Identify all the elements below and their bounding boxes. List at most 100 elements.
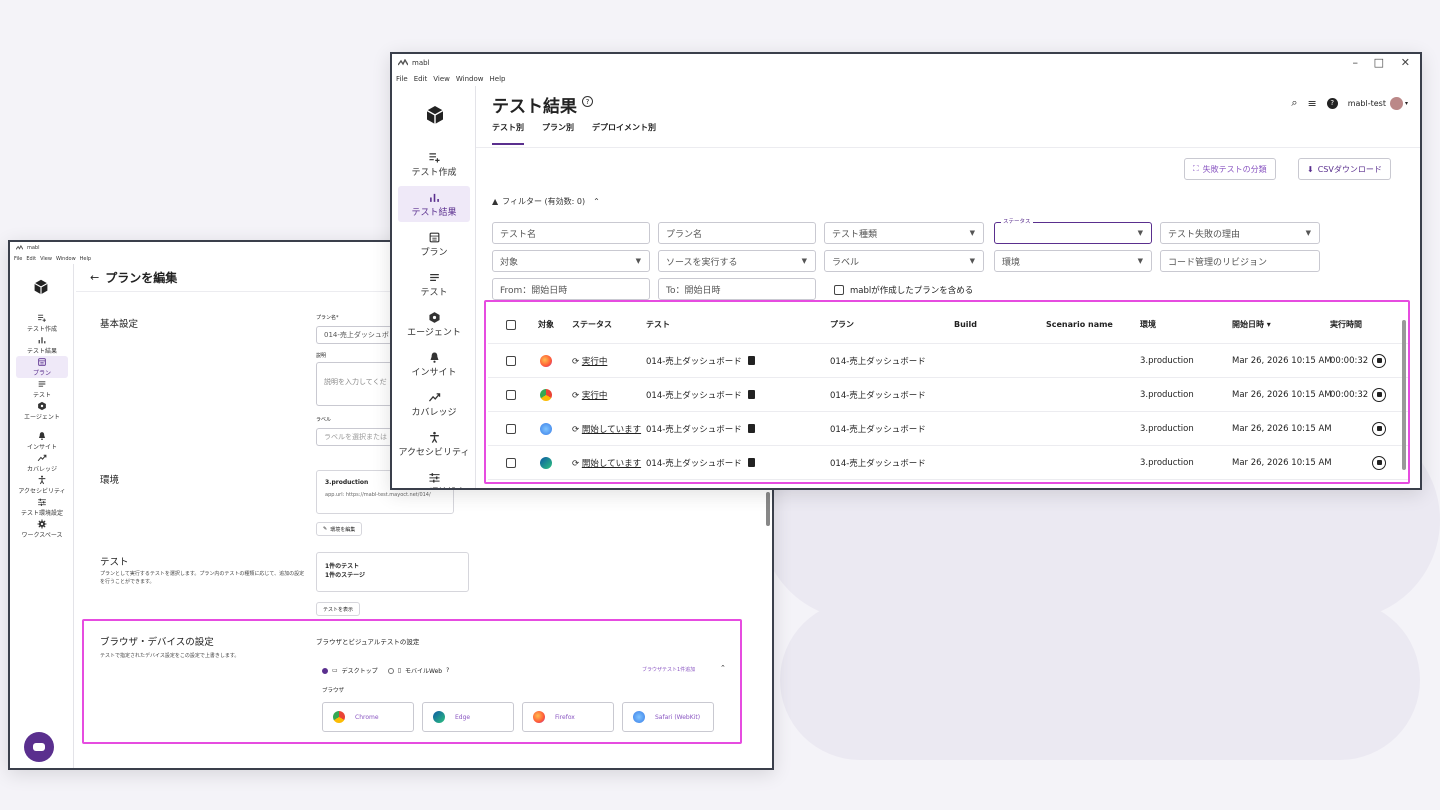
environment-url: app.url: https://mabl-test.mayoct.net/01… bbox=[325, 492, 431, 498]
sidebar-item-7[interactable]: カバレッジ bbox=[392, 386, 476, 422]
menu-help[interactable]: Help bbox=[80, 256, 91, 262]
menu-help[interactable]: Help bbox=[490, 75, 506, 83]
sidebar-item-8[interactable]: アクセシビリティ bbox=[392, 426, 476, 462]
user-name[interactable]: mabl-test bbox=[1348, 99, 1386, 108]
sidebar-item-4[interactable]: テスト bbox=[10, 378, 74, 400]
bar-chart-icon bbox=[428, 191, 441, 204]
stage-count: 1件のステージ bbox=[325, 572, 366, 579]
menu-view[interactable]: View bbox=[433, 75, 450, 83]
highlight-results-table bbox=[484, 300, 1410, 484]
sidebar-item-label: ワークスペース bbox=[21, 532, 63, 539]
sidebar-item-9[interactable]: テスト環境設定 bbox=[10, 496, 74, 518]
calendar-icon bbox=[37, 357, 47, 367]
checkbox[interactable] bbox=[834, 285, 844, 295]
sidebar-item-label: テスト環境設定 bbox=[20, 510, 63, 517]
sidebar-item-label: アクセシビリティ bbox=[18, 488, 66, 495]
target-select[interactable]: 対象 ▼ bbox=[492, 250, 650, 272]
list-icon bbox=[428, 271, 441, 284]
sidebar-item-label: プラン bbox=[32, 370, 51, 377]
menu-window[interactable]: Window bbox=[56, 256, 76, 262]
environment-select[interactable]: 環境 ▼ bbox=[994, 250, 1152, 272]
tab-2[interactable]: プラン別 bbox=[542, 122, 574, 145]
sidebar-item-label: アクセシビリティ bbox=[398, 447, 470, 458]
tab-1[interactable]: テスト別 bbox=[492, 122, 524, 145]
test-name-filter[interactable]: テスト名 bbox=[492, 222, 650, 244]
search-icon[interactable]: ⌕ bbox=[1291, 96, 1297, 110]
maximize-button[interactable]: □ bbox=[1374, 56, 1384, 69]
basic-settings-heading: 基本設定 bbox=[100, 319, 139, 330]
sidebar-item-6[interactable]: インサイト bbox=[10, 430, 74, 452]
source-select[interactable]: ソースを実行する ▼ bbox=[658, 250, 816, 272]
test-count-card: 1件のテスト 1件のステージ bbox=[316, 552, 469, 592]
include-mabl-checkbox[interactable]: mablが作成したプランを含める bbox=[834, 284, 973, 296]
from-date-field[interactable]: From：開始日時 bbox=[492, 278, 650, 300]
filter-icon[interactable]: ≡ bbox=[1308, 97, 1317, 110]
label-select[interactable]: ラベル ▼ bbox=[824, 250, 984, 272]
revision-filter[interactable]: コード管理のリビジョン bbox=[1160, 250, 1320, 272]
chevron-down-icon[interactable]: ▾ bbox=[1405, 100, 1408, 107]
sidebar: テスト作成テスト結果プランテストエージェント インサイトカバレッジアクセシビリティ… bbox=[392, 86, 476, 488]
sidebar-item-label: テスト結果 bbox=[26, 348, 57, 355]
sidebar-item-label: テスト bbox=[420, 287, 448, 298]
page-title: テスト結果 bbox=[492, 97, 577, 117]
sidebar-item-7[interactable]: カバレッジ bbox=[10, 452, 74, 474]
menu-edit[interactable]: Edit bbox=[414, 75, 428, 83]
csv-download-button[interactable]: ⬇ CSVダウンロード bbox=[1298, 158, 1391, 180]
sidebar-item-2[interactable]: テスト結果 bbox=[10, 334, 74, 356]
background-shape bbox=[780, 600, 1420, 760]
mabl-cube-logo[interactable] bbox=[30, 276, 52, 298]
agent-icon bbox=[37, 401, 47, 411]
back-arrow-icon[interactable]: ← bbox=[90, 271, 99, 284]
app-name: mabl bbox=[27, 245, 40, 251]
title-help-icon[interactable]: ? bbox=[582, 96, 593, 107]
test-type-select[interactable]: テスト種類 ▼ bbox=[824, 222, 984, 244]
sidebar-item-2[interactable]: テスト結果 bbox=[398, 186, 470, 222]
tab-bar: テスト別 プラン別 デプロイメント別 bbox=[492, 122, 656, 145]
sidebar-item-3[interactable]: プラン bbox=[16, 356, 68, 378]
bell-icon bbox=[37, 431, 47, 441]
close-button[interactable]: ✕ bbox=[1401, 56, 1410, 69]
tab-3[interactable]: デプロイメント別 bbox=[592, 122, 656, 145]
chat-button[interactable] bbox=[24, 732, 54, 762]
sidebar-item-label: テスト環境設定 bbox=[402, 485, 465, 489]
help-icon[interactable]: ? bbox=[1326, 97, 1338, 109]
accessibility-icon bbox=[37, 475, 47, 485]
menu-window[interactable]: Window bbox=[456, 75, 484, 83]
sidebar-item-9[interactable]: テスト環境設定 bbox=[392, 466, 476, 489]
status-select[interactable]: ステータス ▼ bbox=[994, 217, 1152, 244]
sidebar-item-label: プラン bbox=[420, 247, 448, 258]
sidebar-item-3[interactable]: プラン bbox=[392, 226, 476, 262]
menu-file[interactable]: File bbox=[14, 256, 22, 262]
plan-name-filter[interactable]: プラン名 bbox=[658, 222, 816, 244]
mabl-cube-logo[interactable] bbox=[422, 102, 448, 128]
test-results-window: mabl – □ ✕ File Edit View Window Help テス… bbox=[390, 52, 1422, 490]
edit-environment-button[interactable]: ✎ 環境を編集 bbox=[316, 522, 363, 536]
sidebar-item-1[interactable]: テスト作成 bbox=[392, 146, 476, 182]
menu-bar: File Edit View Window Help bbox=[392, 72, 505, 86]
title-bar: mabl – □ ✕ bbox=[392, 54, 1420, 72]
classify-failures-button[interactable]: ⛶ 失敗テストの分類 bbox=[1184, 158, 1276, 180]
test-count: 1件のテスト bbox=[325, 563, 360, 570]
list-add-icon bbox=[428, 151, 441, 164]
menu-edit[interactable]: Edit bbox=[26, 256, 36, 262]
calendar-icon bbox=[428, 231, 441, 244]
fail-reason-select[interactable]: テスト失敗の理由 ▼ bbox=[1160, 222, 1320, 244]
sidebar-item-5[interactable]: エージェント bbox=[392, 306, 476, 342]
show-tests-button[interactable]: テストを表示 bbox=[316, 602, 361, 616]
sidebar-item-10[interactable]: ワークスペース bbox=[10, 518, 74, 540]
filter-toggle[interactable]: ▲ フィルター (有効数: 0) ⌃ bbox=[492, 196, 600, 207]
sidebar-item-6[interactable]: インサイト bbox=[392, 346, 476, 382]
sidebar-item-4[interactable]: テスト bbox=[392, 266, 476, 302]
sidebar-item-8[interactable]: アクセシビリティ bbox=[10, 474, 74, 496]
sidebar-item-5[interactable]: エージェント bbox=[10, 400, 74, 422]
gear-icon bbox=[37, 519, 47, 529]
scrollbar[interactable] bbox=[766, 492, 770, 526]
menu-file[interactable]: File bbox=[396, 75, 408, 83]
sidebar-item-1[interactable]: テスト作成 bbox=[10, 312, 74, 334]
minimize-button[interactable]: – bbox=[1353, 56, 1359, 69]
trend-icon bbox=[428, 391, 441, 404]
label-label: ラベル bbox=[316, 417, 332, 423]
to-date-field[interactable]: To：開始日時 bbox=[658, 278, 816, 300]
avatar[interactable] bbox=[1389, 96, 1403, 110]
menu-view[interactable]: View bbox=[40, 256, 52, 262]
